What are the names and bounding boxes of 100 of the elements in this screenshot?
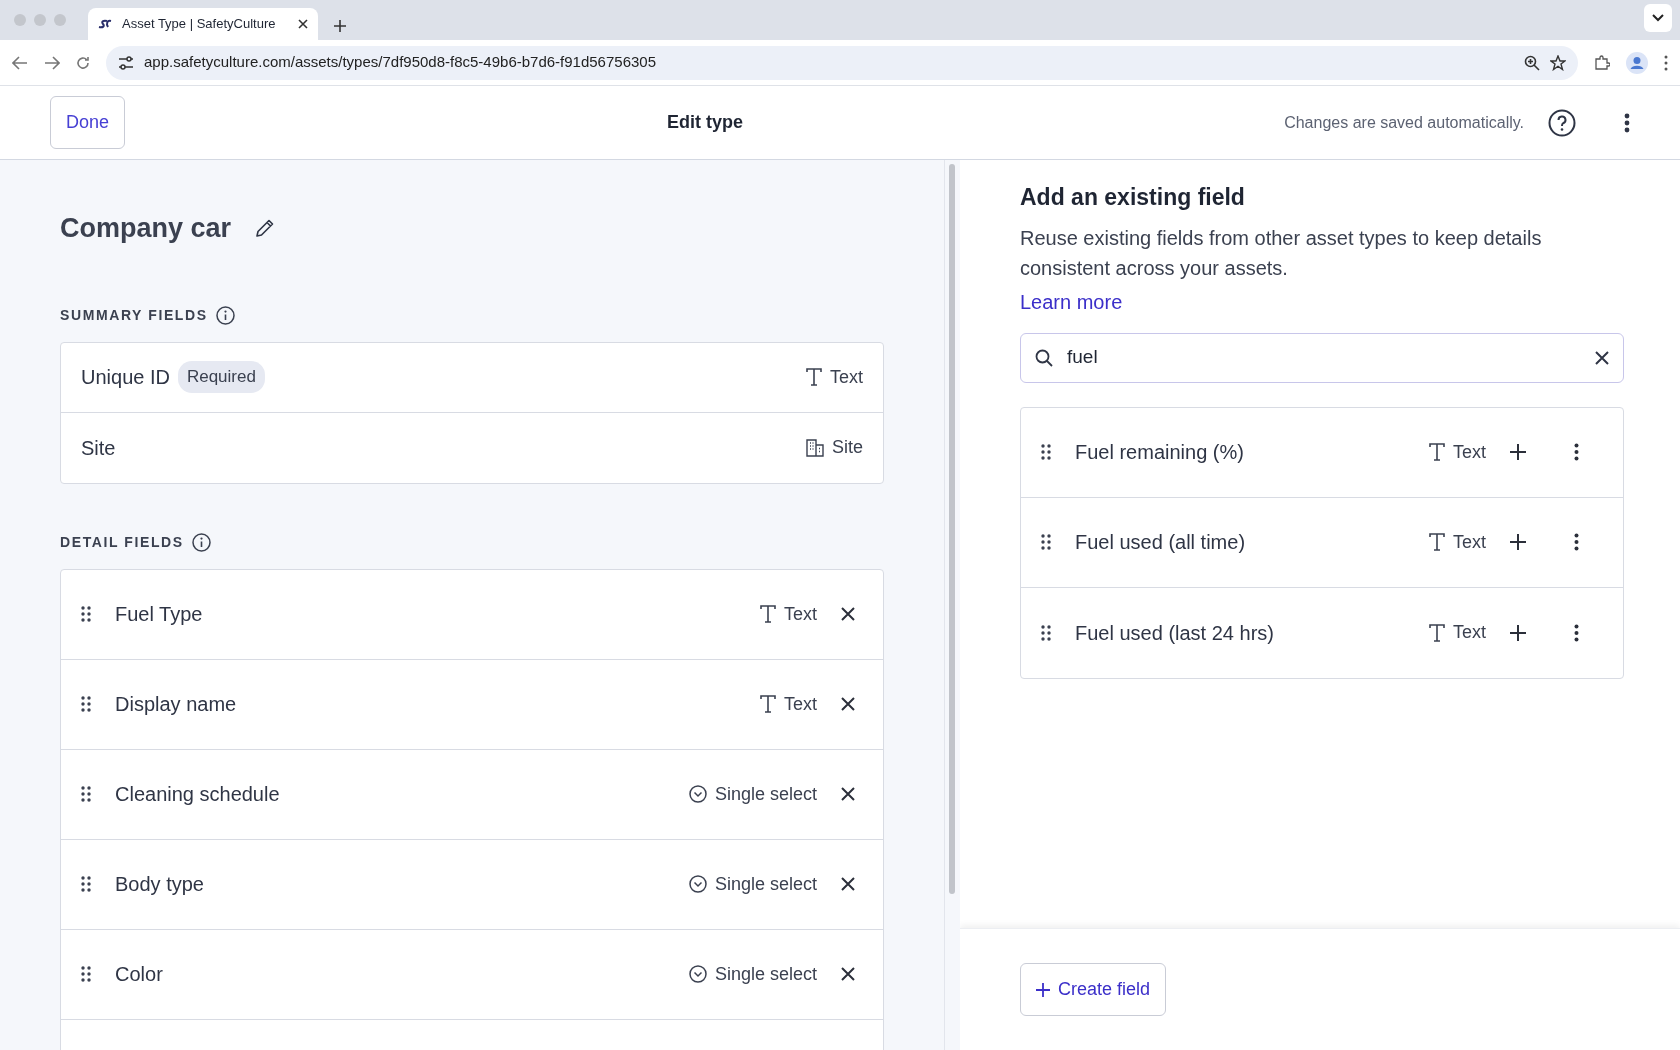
forward-icon[interactable] xyxy=(44,55,60,70)
remove-field-button[interactable] xyxy=(841,967,855,981)
panel-description: Reuse existing fields from other asset types to keep details consistent across your assets. xyxy=(1020,225,1543,281)
field-name: Body type xyxy=(115,872,204,897)
plus-icon xyxy=(1510,534,1526,550)
more-options-icon[interactable] xyxy=(1624,112,1630,133)
search-input[interactable]: fuel xyxy=(1065,342,1583,373)
tab-search-button[interactable] xyxy=(1644,4,1672,32)
field-type-label: Text xyxy=(784,692,817,716)
profile-avatar-icon[interactable] xyxy=(1626,51,1648,74)
field-name: Display name xyxy=(115,692,237,717)
drag-handle-icon[interactable] xyxy=(81,876,91,892)
close-icon xyxy=(841,967,855,981)
close-icon xyxy=(841,607,855,621)
field-type-label: Site xyxy=(831,436,863,459)
more-options-button[interactable] xyxy=(1574,623,1579,642)
field-type-label: Text xyxy=(1453,440,1486,464)
chevron-circle-icon xyxy=(688,875,707,893)
chevron-circle-icon xyxy=(688,785,707,803)
more-options-icon xyxy=(1574,533,1579,551)
chevron-down-icon xyxy=(1652,14,1664,22)
done-button[interactable]: Done xyxy=(50,96,126,149)
bookmark-star-icon[interactable] xyxy=(1550,54,1566,71)
field-type-label: Text xyxy=(1453,530,1486,554)
learn-more-link[interactable]: Learn more xyxy=(1020,290,1123,313)
info-icon[interactable] xyxy=(191,532,211,552)
drag-handle-icon[interactable] xyxy=(81,606,91,622)
text-type-icon xyxy=(760,695,776,713)
close-icon xyxy=(841,787,855,801)
add-field-button[interactable] xyxy=(1510,534,1526,550)
text-type-icon xyxy=(760,605,776,623)
text-type-icon xyxy=(1429,533,1445,551)
text-type-icon xyxy=(1429,623,1445,642)
close-icon xyxy=(841,697,855,711)
field-type-label: Single select xyxy=(714,962,817,986)
field-type-label: Single select xyxy=(714,782,817,806)
plus-icon xyxy=(1510,444,1526,460)
extensions-icon[interactable] xyxy=(1594,54,1610,71)
scrollbar[interactable] xyxy=(945,160,960,1050)
field-type-label: Text xyxy=(830,365,863,389)
text-type-icon xyxy=(806,368,822,386)
zoom-icon[interactable] xyxy=(1524,54,1540,71)
field-name: Fuel Type xyxy=(115,602,203,627)
window-minimize-dot[interactable] xyxy=(34,14,46,26)
plus-icon xyxy=(1510,624,1526,641)
remove-field-button[interactable] xyxy=(841,697,855,711)
field-name: Fuel used (all time) xyxy=(1075,530,1246,555)
page-title: Edit type xyxy=(667,112,743,132)
field-name: Site xyxy=(81,435,116,461)
drag-handle-icon[interactable] xyxy=(1041,624,1051,641)
remove-field-button[interactable] xyxy=(841,787,855,801)
more-options-icon xyxy=(1574,443,1579,461)
browser-tab[interactable]: Asset Type | SafetyCulture xyxy=(88,8,318,40)
text-type-icon xyxy=(1429,443,1445,461)
clear-search-button[interactable] xyxy=(1595,350,1609,365)
panel-title: Add an existing field xyxy=(1020,183,1246,212)
remove-field-button[interactable] xyxy=(841,877,855,891)
save-status: Changes are saved automatically. xyxy=(1284,112,1524,133)
field-name: Fuel used (last 24 hrs) xyxy=(1075,620,1274,646)
drag-handle-icon[interactable] xyxy=(81,696,91,712)
search-icon xyxy=(1035,348,1053,367)
site-settings-icon[interactable] xyxy=(118,55,134,70)
field-type-label: Text xyxy=(784,602,817,626)
reload-icon[interactable] xyxy=(76,55,90,70)
add-field-button[interactable] xyxy=(1510,444,1526,460)
chevron-circle-icon xyxy=(688,965,707,983)
section-label: SUMMARY FIELDS xyxy=(60,305,208,325)
window-close-dot[interactable] xyxy=(14,14,26,26)
more-options-button[interactable] xyxy=(1574,443,1579,461)
close-icon xyxy=(841,877,855,891)
field-name: Color xyxy=(115,962,163,987)
window-zoom-dot[interactable] xyxy=(54,14,66,26)
close-icon[interactable] xyxy=(298,19,308,29)
drag-handle-icon[interactable] xyxy=(1041,444,1051,460)
building-icon xyxy=(805,438,824,457)
help-icon[interactable] xyxy=(1548,108,1576,137)
plus-icon xyxy=(1036,982,1050,997)
create-field-button[interactable]: Create field xyxy=(1020,963,1167,1016)
edit-pencil-icon[interactable] xyxy=(255,218,276,239)
asset-type-name: Company car xyxy=(60,212,232,245)
field-type-label: Text xyxy=(1453,621,1486,644)
site-favicon-icon xyxy=(98,19,112,29)
info-icon[interactable] xyxy=(215,305,235,325)
search-bar[interactable]: fuel xyxy=(1020,332,1624,383)
more-options-icon xyxy=(1574,623,1579,642)
more-options-button[interactable] xyxy=(1574,533,1579,551)
field-type-label: Single select xyxy=(714,872,817,896)
close-icon xyxy=(1595,350,1609,365)
browser-menu-icon[interactable] xyxy=(1664,54,1668,71)
section-label: DETAIL FIELDS xyxy=(60,532,184,552)
tab-title: Asset Type | SafetyCulture xyxy=(122,15,277,34)
field-name: Unique ID xyxy=(81,365,170,390)
add-field-button[interactable] xyxy=(1510,624,1526,641)
drag-handle-icon[interactable] xyxy=(81,966,91,982)
drag-handle-icon[interactable] xyxy=(81,786,91,802)
new-tab-icon[interactable] xyxy=(334,20,346,32)
field-name: Cleaning schedule xyxy=(115,782,280,807)
drag-handle-icon[interactable] xyxy=(1041,534,1051,550)
remove-field-button[interactable] xyxy=(841,607,855,621)
back-icon[interactable] xyxy=(12,55,28,70)
